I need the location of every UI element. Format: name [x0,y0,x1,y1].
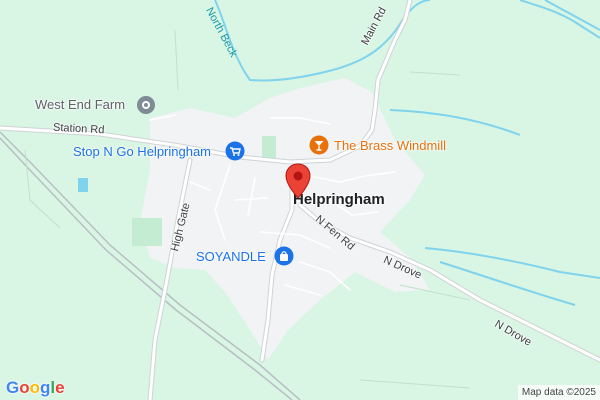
google-logo[interactable]: Google [6,378,65,398]
map-canvas[interactable]: Station Rd Main Rd High Gate N Fen Rd N … [0,0,600,400]
poi-label-brass-windmill[interactable]: The Brass Windmill [334,139,446,152]
poi-label-stop-n-go[interactable]: Stop N Go Helpringham [73,145,211,158]
map-pin-icon[interactable] [285,163,311,204]
map-attribution[interactable]: Map data ©2025 [517,385,600,400]
cocktail-icon[interactable] [309,135,329,160]
pond [78,178,88,192]
google-logo-text: Google [6,378,65,397]
poi-label-west-end-farm[interactable]: West End Farm [35,98,125,111]
poi-label-soyandle[interactable]: SOYANDLE [196,250,266,263]
green-field [132,218,162,246]
shopping-bag-icon[interactable] [274,246,294,271]
shopping-cart-icon[interactable] [225,141,245,166]
place-icon[interactable] [136,95,156,120]
